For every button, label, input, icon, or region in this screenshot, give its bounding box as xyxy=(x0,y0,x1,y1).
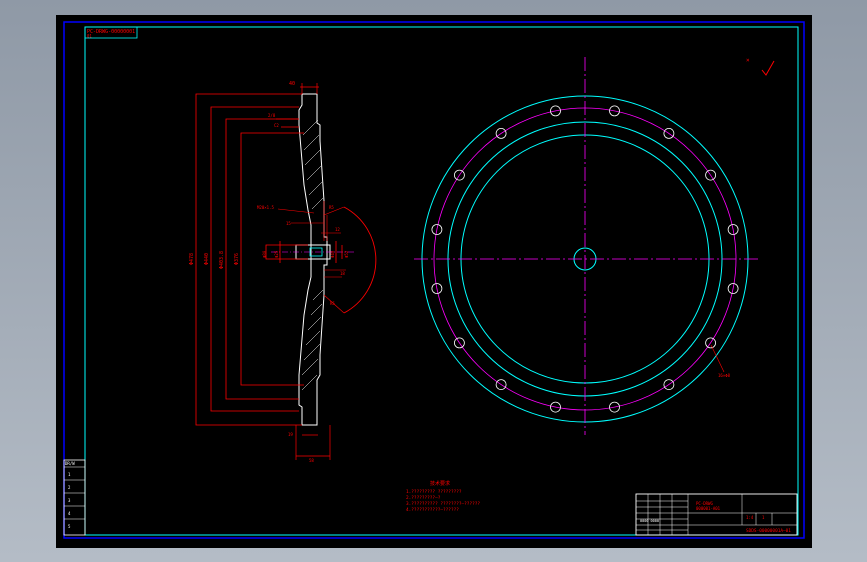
dia-478: Φ478 xyxy=(189,253,195,265)
hub-dia-40: Φ40 xyxy=(330,250,335,258)
dia-440: Φ440 xyxy=(204,253,210,265)
drawing-code: SDDS-00000001A—01 xyxy=(746,528,791,534)
detail-arc xyxy=(343,206,377,314)
note-line-3: 3.?????????? ????????—?????? xyxy=(406,501,480,507)
dim-left: 2/8 xyxy=(268,113,276,118)
dim-hub-18: 18 xyxy=(340,271,345,276)
title-block: PC-DRWG 000001-A01 1:4 1 SDDS-00000001A—… xyxy=(635,493,798,536)
outer-frame xyxy=(63,21,805,539)
hub-dia-52: Φ52 xyxy=(344,250,349,258)
section-hatch xyxy=(301,119,324,391)
dim-hub-12: 12 xyxy=(335,227,340,232)
note-line-1: 1.????????? ????????? xyxy=(406,489,462,495)
strip-cell: 2 xyxy=(68,485,71,490)
note-line-2: 2.?????????—? xyxy=(406,495,441,501)
dim-bottom-58: 58 xyxy=(309,458,314,463)
left-strip: DR/W 1 2 3 4 5 xyxy=(63,459,86,536)
roughness-mark: × xyxy=(746,57,775,76)
leader-note: M20×1.5 xyxy=(257,205,274,210)
dim-bottom-19: 19 xyxy=(288,432,293,437)
svg-text:×: × xyxy=(746,57,750,64)
front-view: 16×Φ8 xyxy=(414,57,758,435)
strip-cell: 5 xyxy=(68,524,71,529)
hub-dia-80: Φ80 xyxy=(262,250,267,258)
hub-dia-25: Φ25 xyxy=(274,250,279,258)
title-line-2: 000001-A01 xyxy=(696,506,721,511)
dim-chamfer: C2 xyxy=(274,123,279,128)
inner-frame xyxy=(84,26,799,536)
strip-cell: 4 xyxy=(68,511,71,516)
dim-hub-15: 15 xyxy=(286,221,291,226)
strip-cell: 3 xyxy=(68,498,71,503)
technical-notes: 技术要求 1.????????? ????????? 2.?????????—?… xyxy=(406,480,480,513)
dim-top: 40 xyxy=(289,81,295,87)
strip-header: DR/W xyxy=(65,461,75,466)
tag-code: PC-DRWG-00000001 xyxy=(87,29,135,35)
hole-note: 16×Φ8 xyxy=(718,373,731,378)
title-scale: 1:4 xyxy=(746,515,754,520)
svg-text:R5: R5 xyxy=(330,301,335,306)
notes-heading: 技术要求 xyxy=(430,480,450,487)
svg-text:0000 0000: 0000 0000 xyxy=(640,519,659,523)
strip-cell: 1 xyxy=(68,472,71,477)
side-view: Φ478 Φ440 Φ403.8 Φ376 Φ80 Φ25 Φ40 Φ52 40… xyxy=(189,81,377,463)
top-left-tag: PC-DRWG-00000001 01 xyxy=(84,26,138,39)
svg-text:R5: R5 xyxy=(329,205,334,210)
drawing-sheet: PC-DRWG-00000001 01 × Φ478 Φ440 Φ403.8 Φ… xyxy=(56,15,812,548)
tag-sheet: 01 xyxy=(87,34,92,39)
dia-403: Φ403.8 xyxy=(219,251,225,269)
dia-376: Φ376 xyxy=(234,253,240,265)
note-line-4: 4.???????????—?????? xyxy=(406,507,459,513)
cad-drawing: PC-DRWG-00000001 01 × Φ478 Φ440 Φ403.8 Φ… xyxy=(63,21,805,539)
title-sheet: 1 xyxy=(762,515,765,520)
